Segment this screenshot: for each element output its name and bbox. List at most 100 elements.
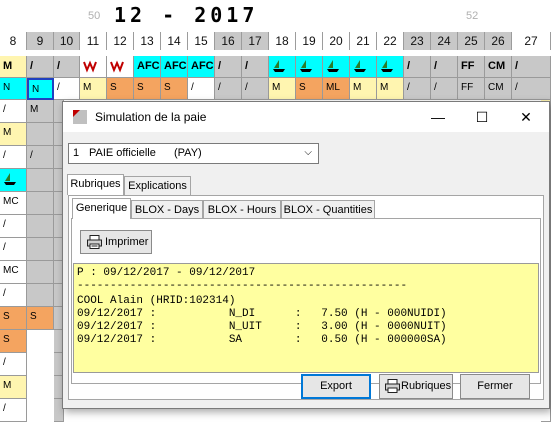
- schedule-cell[interactable]: /: [0, 353, 27, 376]
- schedule-cell[interactable]: [27, 169, 54, 192]
- schedule-cell[interactable]: S: [0, 330, 27, 353]
- schedule-cell[interactable]: [269, 56, 296, 78]
- payroll-simulation-dialog: Simulation de la paie — ☐ ✕ 1 PAIE offic…: [62, 101, 550, 409]
- schedule-cell[interactable]: /: [242, 56, 269, 78]
- schedule-cell[interactable]: /: [0, 100, 27, 123]
- schedule-cell[interactable]: [80, 56, 107, 78]
- schedule-cell[interactable]: [107, 56, 134, 78]
- schedule-cell[interactable]: /: [54, 78, 80, 100]
- boat-icon: [327, 60, 339, 72]
- schedule-cell[interactable]: M: [0, 123, 27, 146]
- date-cell: 13: [134, 32, 161, 50]
- date-cell: 15: [188, 32, 215, 50]
- schedule-cell[interactable]: S: [27, 307, 54, 330]
- schedule-cell[interactable]: /: [404, 78, 431, 100]
- schedule-cell[interactable]: AFC: [134, 56, 161, 78]
- date-cell: 16: [215, 32, 242, 50]
- schedule-cell[interactable]: S: [134, 78, 161, 100]
- rubriques-button[interactable]: Rubriques: [379, 374, 453, 399]
- schedule-cell[interactable]: /: [512, 78, 551, 100]
- schedule-cell[interactable]: CM: [485, 78, 512, 100]
- schedule-cell[interactable]: S: [296, 78, 323, 100]
- schedule-cell[interactable]: M: [377, 78, 404, 100]
- schedule-cell[interactable]: M: [0, 376, 27, 399]
- schedule-cell[interactable]: [27, 215, 54, 238]
- tab-blox-hours[interactable]: BLOX - Hours: [203, 200, 281, 219]
- date-cell: 27: [512, 32, 551, 50]
- schedule-cell[interactable]: [296, 56, 323, 78]
- close-window-button[interactable]: ✕: [504, 102, 548, 132]
- schedule-cell[interactable]: M: [0, 56, 27, 78]
- report-line: ----------------------------------------…: [77, 280, 408, 292]
- schedule-cell[interactable]: [27, 123, 54, 146]
- date-cell: 23: [404, 32, 431, 50]
- schedule-cell[interactable]: MC: [0, 192, 27, 215]
- print-button[interactable]: Imprimer: [80, 230, 152, 254]
- schedule-cell[interactable]: S: [107, 78, 134, 100]
- schedule-cell[interactable]: /: [0, 215, 27, 238]
- payroll-select[interactable]: 1 PAIE officielle (PAY) ⌵: [68, 143, 319, 164]
- schedule-cell[interactable]: FF: [458, 78, 485, 100]
- schedule-cell[interactable]: M: [350, 78, 377, 100]
- schedule-cell[interactable]: AFC: [161, 56, 188, 78]
- chevron-down-icon[interactable]: ⌵: [304, 147, 312, 158]
- schedule-cell[interactable]: [27, 284, 54, 307]
- schedule-cell[interactable]: [27, 192, 54, 215]
- schedule-cell[interactable]: M: [27, 100, 54, 123]
- schedule-cell[interactable]: /: [242, 78, 269, 100]
- zigzag-icon: [83, 60, 97, 73]
- schedule-cell[interactable]: FF: [458, 56, 485, 78]
- fermer-button[interactable]: Fermer: [460, 374, 530, 399]
- rubriques-button-label: Rubriques: [401, 380, 452, 392]
- schedule-cell[interactable]: M: [269, 78, 296, 100]
- month-year-title: 12 - 2017: [114, 3, 259, 27]
- schedule-cell[interactable]: S: [161, 78, 188, 100]
- schedule-cell[interactable]: /: [512, 56, 551, 78]
- boat-icon: [4, 173, 16, 185]
- schedule-cell[interactable]: /: [431, 56, 458, 78]
- schedule-cell[interactable]: CM: [485, 56, 512, 78]
- schedule-cell[interactable]: /: [188, 78, 215, 100]
- schedule-cell[interactable]: [377, 56, 404, 78]
- tab-generique[interactable]: Generique: [72, 198, 131, 219]
- schedule-cell[interactable]: /: [27, 146, 54, 169]
- date-cell: 14: [161, 32, 188, 50]
- schedule-cell[interactable]: [27, 261, 54, 284]
- schedule-cell[interactable]: /: [0, 146, 27, 169]
- schedule-cell[interactable]: /: [0, 399, 27, 422]
- schedule-cell[interactable]: AFC: [188, 56, 215, 78]
- schedule-cell[interactable]: [323, 56, 350, 78]
- tab-blox-quantities[interactable]: BLOX - Quantities: [281, 200, 375, 219]
- export-button[interactable]: Export: [301, 374, 371, 399]
- schedule-cell[interactable]: N: [0, 78, 27, 100]
- tab-explications[interactable]: Explications: [124, 176, 191, 195]
- date-cell: 25: [458, 32, 485, 50]
- schedule-cell[interactable]: /: [215, 78, 242, 100]
- schedule-cell[interactable]: [350, 56, 377, 78]
- dialog-titlebar[interactable]: Simulation de la paie — ☐ ✕: [63, 102, 549, 132]
- schedule-cell[interactable]: [0, 169, 27, 192]
- schedule-cell[interactable]: N: [27, 78, 54, 100]
- date-cell: 10: [54, 32, 80, 50]
- boat-icon: [354, 60, 366, 72]
- printer-icon: [87, 235, 102, 249]
- tab-blox-days[interactable]: BLOX - Days: [131, 200, 203, 219]
- app-icon: [73, 110, 87, 124]
- schedule-cell[interactable]: /: [0, 284, 27, 307]
- maximize-button[interactable]: ☐: [460, 102, 504, 132]
- date-cell: 12: [107, 32, 134, 50]
- schedule-cell[interactable]: M: [80, 78, 107, 100]
- minimize-button[interactable]: —: [416, 102, 460, 132]
- schedule-cell[interactable]: /: [54, 56, 80, 78]
- schedule-cell[interactable]: /: [431, 78, 458, 100]
- schedule-cell[interactable]: [27, 238, 54, 261]
- schedule-cell[interactable]: /: [0, 238, 27, 261]
- payroll-code: (PAY): [174, 147, 202, 159]
- tab-rubriques[interactable]: Rubriques: [67, 174, 124, 195]
- schedule-cell[interactable]: /: [215, 56, 242, 78]
- schedule-cell[interactable]: S: [0, 307, 27, 330]
- schedule-cell[interactable]: /: [404, 56, 431, 78]
- schedule-cell[interactable]: MC: [0, 261, 27, 284]
- schedule-cell[interactable]: ML: [323, 78, 350, 100]
- schedule-cell[interactable]: /: [27, 56, 54, 78]
